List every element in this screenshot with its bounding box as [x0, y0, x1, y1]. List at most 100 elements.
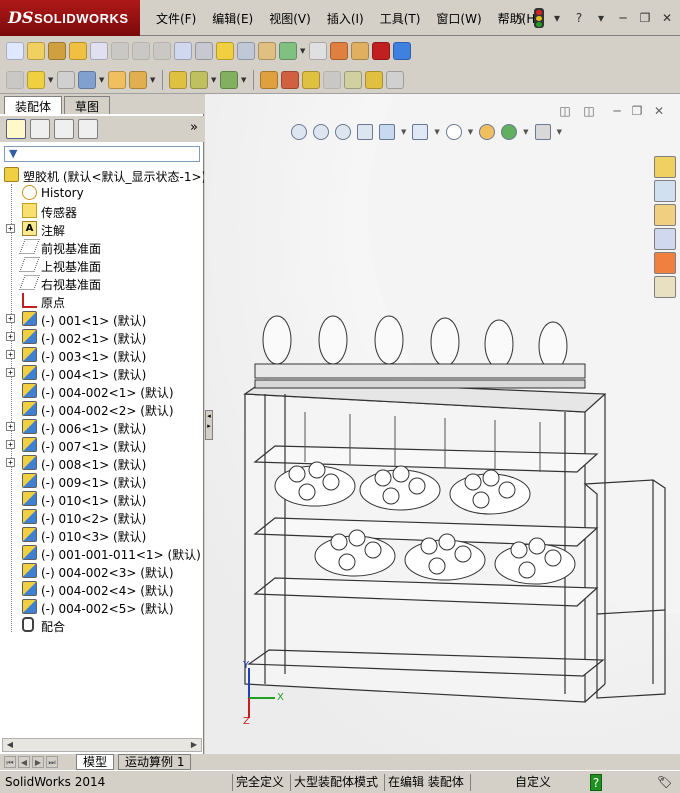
property-manager-icon[interactable] — [30, 119, 50, 139]
tree-item[interactable]: + (-) 003<1> (默认) — [0, 346, 204, 364]
tree-item[interactable]: + (-) 002<1> (默认) — [0, 328, 204, 346]
tree-item[interactable]: + A 注解 — [0, 220, 204, 238]
expand-toggle-icon[interactable]: + — [6, 314, 15, 323]
mass-properties-icon[interactable] — [48, 42, 66, 60]
tree-item[interactable]: (-) 004-002<1> (默认) — [0, 382, 204, 400]
chevron-down-icon[interactable]: ▼ — [48, 71, 54, 89]
move-component-icon[interactable] — [169, 70, 187, 89]
menu-tools[interactable]: 工具(T) — [372, 10, 429, 27]
performance-icon[interactable] — [372, 42, 390, 60]
rebuild-traffic-light-icon[interactable] — [534, 8, 544, 28]
chevron-down-icon[interactable]: ▼ — [300, 42, 306, 60]
tree-item[interactable]: (-) 004-002<5> (默认) — [0, 598, 204, 616]
hole-alignment-icon[interactable] — [258, 42, 276, 60]
tree-item[interactable]: (-) 010<3> (默认) — [0, 526, 204, 544]
measure-icon[interactable] — [27, 42, 45, 60]
check-icon[interactable] — [111, 42, 129, 60]
tree-item[interactable]: (-) 009<1> (默认) — [0, 472, 204, 490]
linear-pattern-icon[interactable] — [108, 70, 126, 89]
snapshot-icon[interactable] — [386, 70, 404, 89]
tree-item[interactable]: (-) 004-002<4> (默认) — [0, 580, 204, 598]
equations-icon[interactable] — [174, 42, 192, 60]
expand-toggle-icon[interactable]: + — [6, 368, 15, 377]
status-help-button[interactable]: ? — [590, 774, 602, 791]
close-icon[interactable]: ✕ — [658, 9, 676, 27]
tree-item[interactable]: + (-) 001<1> (默认) — [0, 310, 204, 328]
sensor-icon[interactable] — [90, 42, 108, 60]
graphics-area[interactable]: ◫ ◫ ─ ❐ ✕ ▼ ▼ ▼ ▼ ▼ ◂ ▸ Y X Z — [205, 94, 680, 754]
show-hidden-icon[interactable] — [190, 70, 208, 89]
tag-icon[interactable]: 🏷 — [654, 774, 672, 791]
menu-window[interactable]: 窗口(W) — [428, 10, 489, 27]
scroll-left-icon[interactable]: ◀ — [3, 739, 17, 751]
assembly-features-icon[interactable] — [220, 70, 238, 89]
tab-sketch[interactable]: 草图 — [64, 96, 111, 114]
tree-item[interactable]: (-) 001-001-011<1> (默认) — [0, 544, 204, 562]
tree-item[interactable]: (-) 010<1> (默认) — [0, 490, 204, 508]
warning-icon[interactable] — [216, 42, 234, 60]
tree-root-assembly[interactable]: 塑胶机 (默认<默认_显示状态-1>) — [0, 166, 204, 184]
prev-tab-icon[interactable]: ◀ — [18, 756, 30, 768]
restore-icon[interactable]: ❐ — [636, 9, 654, 27]
mate-check-icon[interactable] — [279, 42, 297, 60]
tree-item[interactable]: (-) 010<2> (默认) — [0, 508, 204, 526]
color-tool-icon[interactable] — [330, 42, 348, 60]
tree-item[interactable]: 前视基准面 — [0, 238, 204, 256]
table-icon[interactable] — [309, 42, 327, 60]
status-units[interactable]: 自定义 — [470, 774, 556, 791]
paperclip-icon[interactable] — [57, 70, 75, 89]
new-component-icon[interactable] — [6, 70, 24, 89]
tab-assembly[interactable]: 装配体 — [4, 96, 63, 114]
insert-component-icon[interactable] — [27, 70, 45, 89]
menu-edit[interactable]: 编辑(E) — [204, 10, 261, 27]
chevron-down-icon[interactable]: ▼ — [241, 71, 247, 89]
minimize-icon[interactable]: ─ — [614, 9, 632, 27]
chevron-down-icon[interactable]: ▼ — [150, 71, 156, 89]
tree-item[interactable]: + (-) 006<1> (默认) — [0, 418, 204, 436]
render-icon[interactable] — [393, 42, 411, 60]
pin-icon[interactable]: ⚲ — [512, 9, 530, 27]
explode-line-icon[interactable] — [344, 70, 362, 89]
chevron-right-icon[interactable]: » — [190, 120, 198, 135]
clearance-icon[interactable] — [237, 42, 255, 60]
tree-item[interactable]: 原点 — [0, 292, 204, 310]
horizontal-scrollbar[interactable]: ◀ ▶ — [2, 738, 202, 752]
mate-icon[interactable] — [78, 70, 96, 89]
expand-toggle-icon[interactable]: + — [6, 422, 15, 431]
next-tab-icon[interactable]: ▶ — [32, 756, 44, 768]
help-dropdown-icon[interactable]: ▾ — [592, 9, 610, 27]
tree-item[interactable]: 上视基准面 — [0, 256, 204, 274]
geometry-check-icon[interactable] — [132, 42, 150, 60]
first-tab-icon[interactable]: ⏮ — [4, 756, 16, 768]
chevron-down-icon[interactable]: ▼ — [99, 71, 105, 89]
tree-filter[interactable]: ▼ — [4, 146, 200, 162]
configuration-manager-icon[interactable] — [54, 119, 74, 139]
tab-model[interactable]: 模型 — [76, 754, 115, 770]
solidworks-logo[interactable]: DS SOLIDWORKS — [0, 0, 140, 36]
options-dropdown-icon[interactable]: ▾ — [548, 9, 566, 27]
tree-item[interactable]: 右视基准面 — [0, 274, 204, 292]
instant3d-icon[interactable] — [365, 70, 383, 89]
machine-model[interactable] — [205, 94, 680, 754]
tab-motion-study[interactable]: 运动算例 1 — [118, 754, 192, 770]
appearance-icon[interactable] — [351, 42, 369, 60]
smart-fasteners-icon[interactable] — [129, 70, 147, 89]
tree-item[interactable]: 配合 — [0, 616, 204, 634]
scroll-right-icon[interactable]: ▶ — [187, 739, 201, 751]
new-motion-study-icon[interactable] — [281, 70, 299, 89]
reference-geometry-icon[interactable] — [260, 70, 278, 89]
tree-item[interactable]: 传感器 — [0, 202, 204, 220]
menu-view[interactable]: 视图(V) — [261, 10, 319, 27]
last-tab-icon[interactable]: ⏭ — [46, 756, 58, 768]
exploded-view-icon[interactable] — [323, 70, 341, 89]
chevron-down-icon[interactable]: ▼ — [211, 71, 217, 89]
interference-icon[interactable] — [195, 42, 213, 60]
tree-item[interactable]: History — [0, 184, 204, 202]
spell-check-icon[interactable] — [6, 42, 24, 60]
menu-file[interactable]: 文件(F) — [148, 10, 204, 27]
tree-item[interactable]: + (-) 004<1> (默认) — [0, 364, 204, 382]
feature-manager-tree-icon[interactable] — [6, 119, 26, 139]
expand-toggle-icon[interactable]: + — [6, 458, 15, 467]
expand-toggle-icon[interactable]: + — [6, 350, 15, 359]
tree-item[interactable]: (-) 004-002<3> (默认) — [0, 562, 204, 580]
